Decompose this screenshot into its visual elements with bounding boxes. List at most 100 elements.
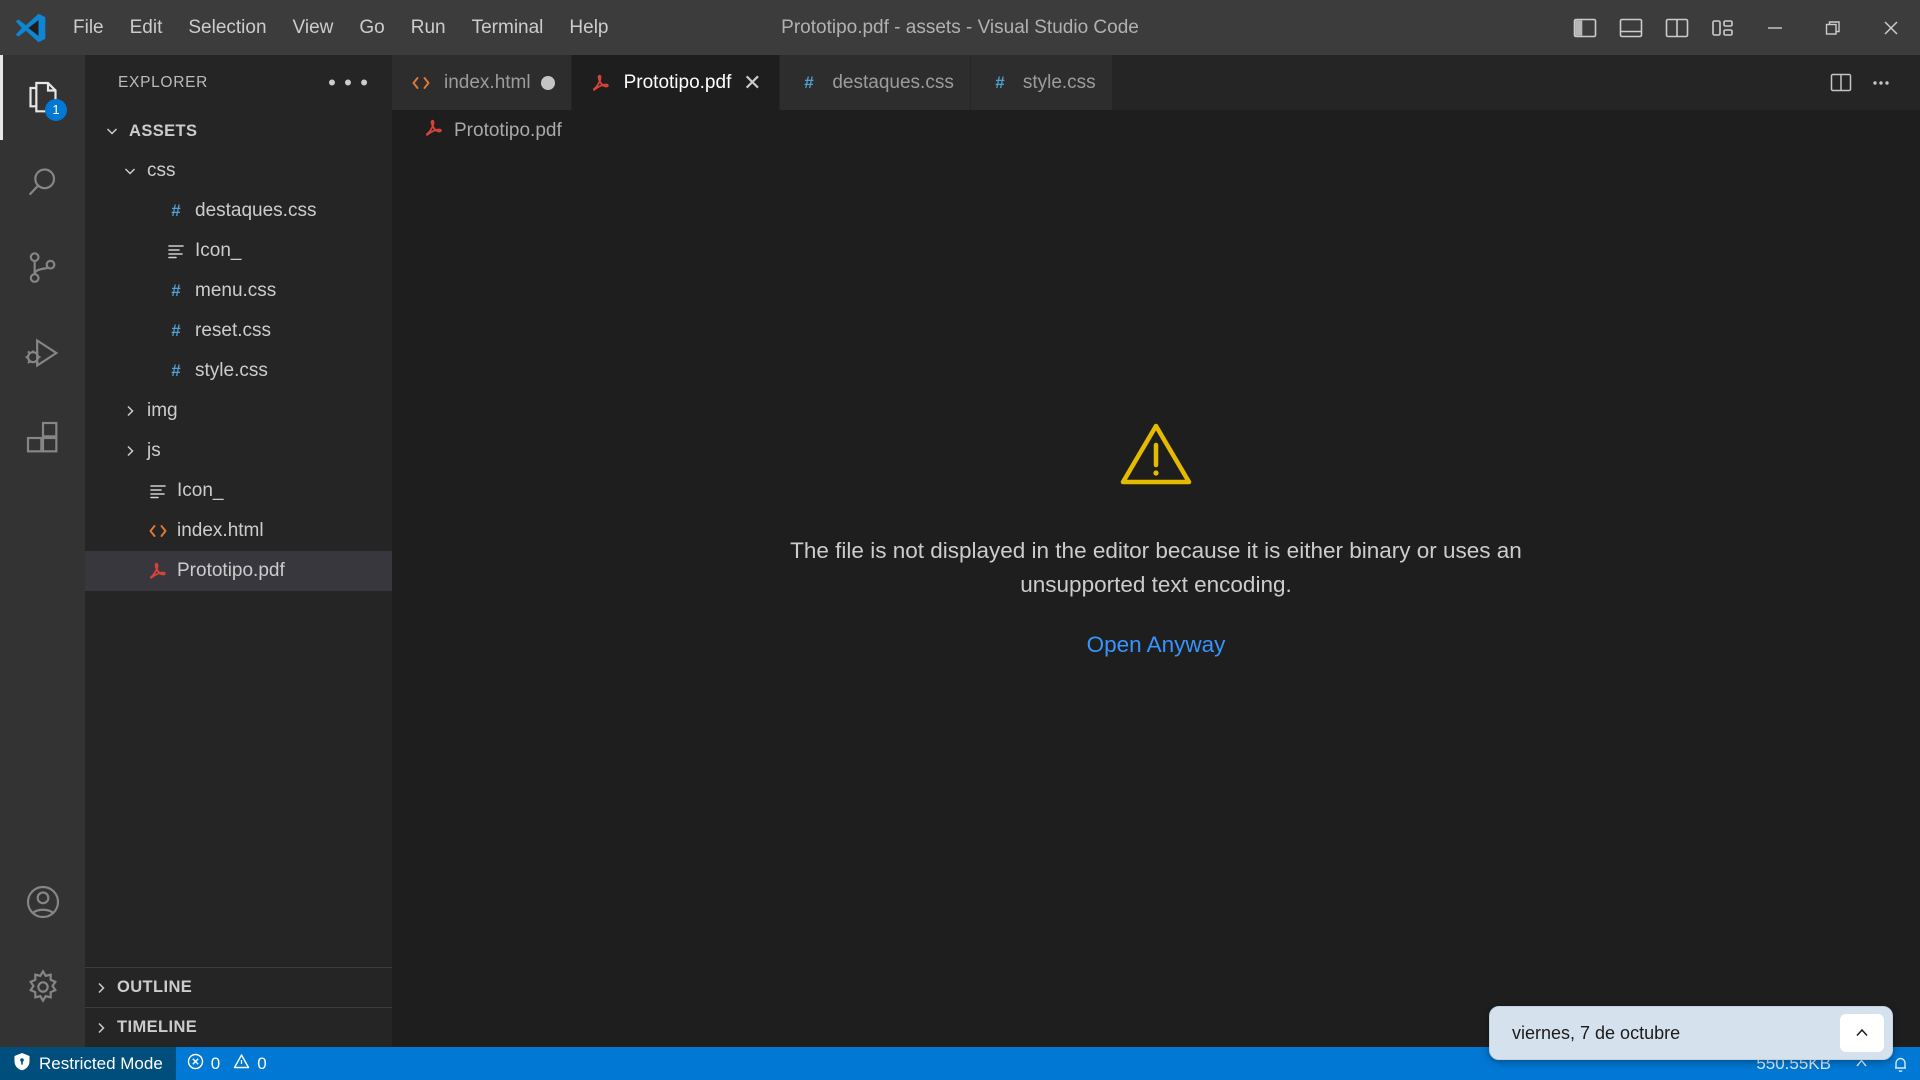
activity-item-explorer[interactable]: 1 [0,55,85,140]
tree-item-icon[interactable]: Icon_ [85,231,392,271]
file-tree: ASSETS css # destaques.css Icon_ # menu.css # re… [85,111,392,967]
section-timeline[interactable]: TIMELINE [85,1007,392,1047]
chevron-up-icon[interactable] [1840,1014,1884,1052]
chevron-right-icon [117,403,143,419]
menu-run[interactable]: Run [398,13,459,43]
pdf-icon [143,560,173,582]
tree-item-assets[interactable]: ASSETS [85,111,392,151]
html-icon [143,521,173,541]
status-restricted-mode[interactable]: Restricted Mode [0,1047,176,1080]
svg-text:#: # [805,73,815,92]
error-icon [187,1053,204,1075]
tab-close-icon[interactable]: ✕ [741,71,763,94]
pdf-icon [588,72,614,94]
tree-item-icon[interactable]: Icon_ [85,471,392,511]
tree-item-reset-css[interactable]: # reset.css [85,311,392,351]
tree-item-index-html[interactable]: index.html [85,511,392,551]
breadcrumb-label: Prototipo.pdf [454,120,562,141]
tab-bar: index.html Prototipo.pdf ✕ # destaques.css # s… [392,55,1920,110]
tree-item-destaques-css[interactable]: # destaques.css [85,191,392,231]
section-outline[interactable]: OUTLINE [85,967,392,1007]
status-problems[interactable]: 0 0 [176,1047,278,1080]
activity-item-accounts[interactable] [0,859,85,944]
tab-label: destaques.css [832,71,954,93]
toggle-primary-sidebar-icon[interactable] [1562,0,1608,55]
tree-item-menu-css[interactable]: # menu.css [85,271,392,311]
tree-item-prototipo-pdf[interactable]: Prototipo.pdf [85,551,392,591]
tab-style-css[interactable]: # style.css [970,55,1113,110]
os-tooltip-text: viernes, 7 de octubre [1512,1022,1681,1043]
css-icon: # [987,73,1013,93]
titlebar-actions [1562,0,1920,55]
text-icon [143,482,173,500]
tree-item-label: ASSETS [129,121,198,140]
maximize-button[interactable] [1804,0,1862,55]
editor-group: index.html Prototipo.pdf ✕ # destaques.css # s… [392,55,1920,1047]
os-clock-tooltip: viernes, 7 de octubre [1489,1006,1893,1060]
svg-text:#: # [995,73,1005,92]
toggle-panel-icon[interactable] [1608,0,1654,55]
menu-help[interactable]: Help [556,13,621,43]
chevron-right-icon [85,1020,117,1036]
breadcrumb[interactable]: Prototipo.pdf [392,110,1920,152]
minimize-button[interactable] [1746,0,1804,55]
tree-item-label: Icon_ [195,240,242,261]
more-editor-actions-icon[interactable] [1864,66,1898,100]
tab-index-html[interactable]: index.html [392,55,572,110]
css-icon: # [161,361,191,381]
svg-text:#: # [171,281,181,300]
css-icon: # [161,201,191,221]
menu-file[interactable]: File [60,13,117,43]
activity-item-manage[interactable] [0,944,85,1029]
editor-placeholder: The file is not displayed in the editor … [392,152,1920,1047]
status-error-count: 0 [210,1053,221,1073]
css-icon: # [161,321,191,341]
ellipsis-icon[interactable]: • • • [328,70,380,96]
svg-text:#: # [171,361,181,380]
tree-item-label: reset.css [195,320,272,341]
menu-view[interactable]: View [280,13,347,43]
dirty-indicator-icon[interactable] [540,75,555,90]
tree-item-label: index.html [177,520,264,541]
html-icon [408,73,434,93]
side-bar: EXPLORER • • • ASSETS css # destaques.css Ic… [85,55,392,1047]
tab-label: style.css [1022,71,1096,93]
activity-item-search[interactable] [0,140,85,225]
tab-destaques-css[interactable]: # destaques.css [780,55,971,110]
menu-edit[interactable]: Edit [117,13,176,43]
activity-item-run-and-debug[interactable] [0,310,85,395]
tree-item-label: Prototipo.pdf [177,560,285,581]
open-anyway-link[interactable]: Open Anyway [1087,632,1226,658]
activity-item-source-control[interactable] [0,225,85,310]
close-button[interactable] [1862,0,1920,55]
tab-label: Prototipo.pdf [623,71,732,93]
shield-icon [13,1052,31,1076]
tree-item-label: js [147,440,161,461]
toggle-secondary-sidebar-icon[interactable] [1654,0,1700,55]
tree-item-label: destaques.css [195,200,317,221]
chevron-right-icon [85,980,117,996]
menu-go[interactable]: Go [346,13,397,43]
tree-item-js[interactable]: js [85,431,392,471]
menu-terminal[interactable]: Terminal [459,13,557,43]
workbench: 1 EXPLORER • • • ASSETS css # destaques.… [0,55,1920,1047]
css-icon: # [796,73,822,93]
customize-layout-icon[interactable] [1700,0,1746,55]
vscode-logo-icon [0,11,60,45]
tree-item-label: menu.css [195,280,277,301]
tree-item-style-css[interactable]: # style.css [85,351,392,391]
activity-bar: 1 [0,55,85,1047]
editor-actions [1824,55,1920,110]
svg-text:#: # [171,201,181,220]
tree-item-css[interactable]: css [85,151,392,191]
menu-bar: File Edit Selection View Go Run Terminal… [60,13,622,43]
warning-icon [233,1053,250,1075]
text-icon [161,242,191,260]
title-bar: File Edit Selection View Go Run Terminal… [0,0,1920,55]
tree-item-img[interactable]: img [85,391,392,431]
split-editor-icon[interactable] [1824,66,1858,100]
tab-prototipo-pdf[interactable]: Prototipo.pdf ✕ [571,55,781,110]
explorer-badge: 1 [45,99,67,121]
activity-item-extensions[interactable] [0,395,85,480]
menu-selection[interactable]: Selection [175,13,279,43]
